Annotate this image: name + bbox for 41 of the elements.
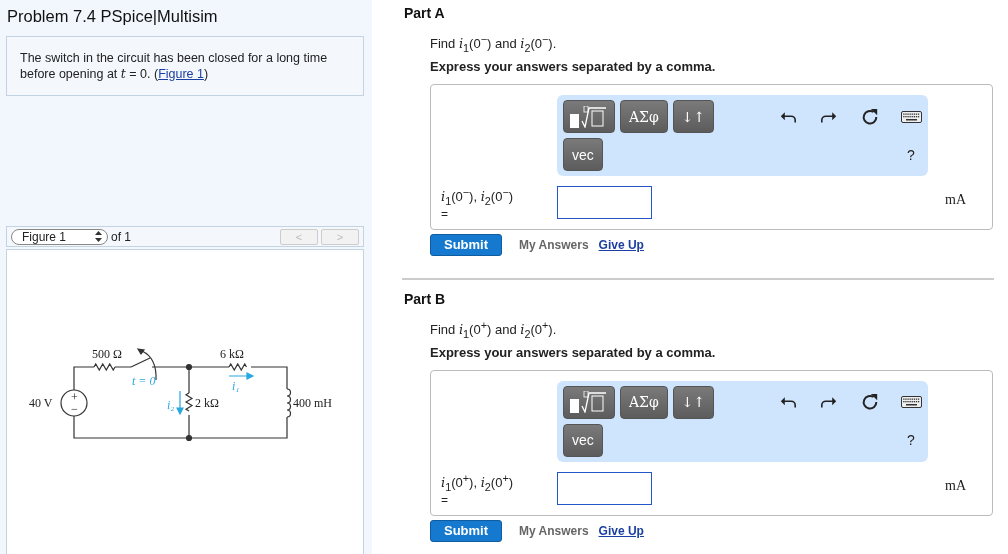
symbol-button[interactable]: ↓↑ (672, 100, 715, 133)
symbol-button[interactable]: ΑΣφ (620, 385, 668, 419)
part-title: Part A (404, 5, 446, 23)
submit-button[interactable]: Submit (430, 519, 502, 542)
answer-label: i$_{1}$(0$^{+}$), i$_{2}$(0$^{+}$) (441, 475, 514, 491)
component-label: 2 kΩ (195, 396, 219, 410)
current-label: i₁ (232, 379, 240, 393)
component-label: 500 Ω (92, 347, 122, 361)
symbol-button[interactable]: ↓↑ (672, 385, 715, 419)
figure-link[interactable]: Figure 1 (158, 67, 204, 81)
give-up-link[interactable]: Give Up (598, 523, 644, 538)
help-button[interactable]: ? (900, 146, 922, 163)
symbol-button[interactable]: vec (563, 423, 603, 457)
component-label: − (71, 402, 78, 416)
component-label: 400 mH (293, 396, 332, 410)
symbol-button[interactable]: ΑΣφ (620, 100, 668, 133)
part-title: Part B (404, 290, 447, 309)
problem-description: The switch in the circuit has been closed for a long time before opening at t = 0. (Figure 1) (6, 36, 364, 96)
question-text: Find i$_{1}$(0$^{+}$) and i$_{2}$(0$^{+}$). (430, 318, 558, 337)
instruction-text: Express your answers separated by a comma. (430, 344, 717, 360)
equals-sign: = (441, 206, 449, 221)
current-label: i₂ (167, 398, 175, 412)
answer-label: i$_{1}$(0$^{−}$), i$_{2}$(0$^{−}$) (441, 189, 514, 205)
unit-label: mA (945, 477, 966, 494)
problem-title: Problem 7.4 PSpice|Multisim (7, 6, 219, 27)
submit-button[interactable]: Submit (430, 233, 502, 256)
current-label: t = 0 (132, 374, 156, 388)
my-answers-link[interactable]: My Answers (519, 237, 589, 252)
symbol-button[interactable]: vec (563, 138, 603, 171)
unit-label: mA (945, 192, 966, 208)
help-button[interactable]: ? (900, 432, 922, 449)
figure-select[interactable]: Figure 1 (11, 228, 108, 245)
give-up-link[interactable]: Give Up (598, 237, 644, 252)
question-text: Find i$_{1}$(0$^{−}$) and i$_{2}$(0$^{−}$). (430, 33, 558, 51)
component-label: 6 kΩ (220, 347, 244, 361)
figure-count: of 1 (111, 229, 131, 244)
instruction-text: Express your answers separated by a comma. (430, 59, 717, 74)
component-label: + (71, 390, 78, 404)
equals-sign: = (441, 492, 449, 507)
component-label: 40 V (29, 396, 53, 410)
my-answers-link[interactable]: My Answers (519, 523, 589, 538)
